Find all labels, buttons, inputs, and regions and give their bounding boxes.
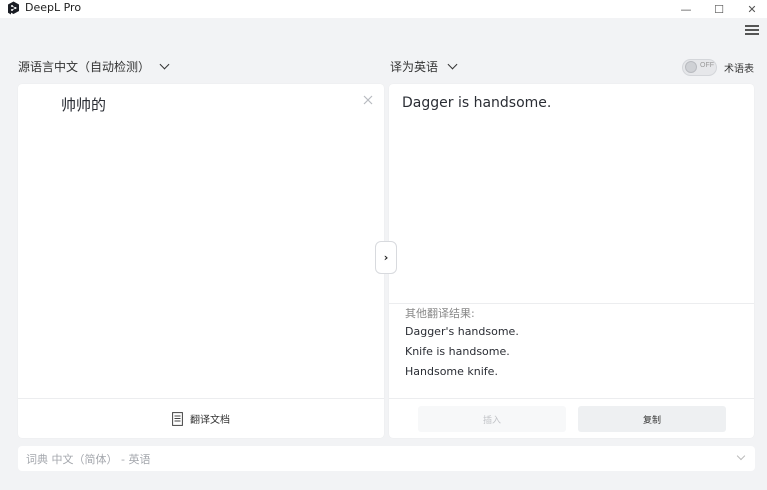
close-icon[interactable] [361, 93, 375, 107]
alternatives-heading: 其他翻译结果: [405, 307, 475, 320]
source-panel: 帅帅的 翻译文档 [18, 84, 384, 438]
document-icon [172, 411, 183, 426]
translation-output[interactable]: Dagger is handsome. [402, 95, 551, 111]
source-language-label: 源语言中文（自动检测） [18, 59, 151, 74]
toggle-state-label: OFF [700, 61, 714, 69]
insert-button[interactable]: 插入 [418, 406, 566, 432]
chevron-down-icon [447, 59, 458, 69]
target-language-selector[interactable]: 译为英语 [390, 56, 458, 76]
translate-document-button[interactable]: 翻译文档 [18, 398, 384, 438]
glossary-control: OFF 术语表 [682, 58, 754, 76]
source-text-input[interactable]: 帅帅的 [61, 94, 106, 115]
dictionary-bar[interactable]: 词典 中文（简体） - 英语 [18, 446, 755, 471]
window-title: DeepL Pro [25, 1, 82, 14]
alternative-translations: 其他翻译结果: Dagger's handsome. Knife is hand… [389, 303, 754, 398]
chevron-down-icon [736, 451, 746, 461]
copy-button[interactable]: 复制 [578, 406, 726, 432]
alternative-translation-item[interactable]: Dagger's handsome. [405, 322, 754, 342]
alternative-translation-item[interactable]: Knife is handsome. [405, 342, 754, 362]
glossary-toggle[interactable]: OFF [682, 58, 717, 76]
target-panel: Dagger is handsome. 其他翻译结果: Dagger's han… [389, 84, 754, 438]
minimize-button[interactable]: — [670, 0, 702, 18]
glossary-label[interactable]: 术语表 [724, 60, 754, 75]
chevron-down-icon [159, 59, 170, 69]
maximize-button[interactable]: ☐ [703, 0, 735, 18]
swap-languages-button[interactable]: › [375, 241, 397, 274]
hamburger-menu-icon[interactable] [745, 25, 759, 35]
close-window-button[interactable]: ✕ [736, 0, 767, 18]
deepl-logo-icon [8, 1, 19, 15]
target-language-label: 译为英语 [390, 59, 439, 74]
source-language-selector[interactable]: 源语言中文（自动检测） [18, 56, 170, 76]
alternative-translation-item[interactable]: Handsome knife. [405, 362, 754, 382]
title-bar: DeepL Pro — ☐ ✕ [0, 0, 767, 18]
dictionary-label: 词典 中文（简体） - 英语 [26, 452, 151, 466]
target-footer: 插入 复制 [389, 398, 754, 438]
translate-document-label: 翻译文档 [190, 415, 230, 426]
toggle-knob [685, 61, 697, 73]
